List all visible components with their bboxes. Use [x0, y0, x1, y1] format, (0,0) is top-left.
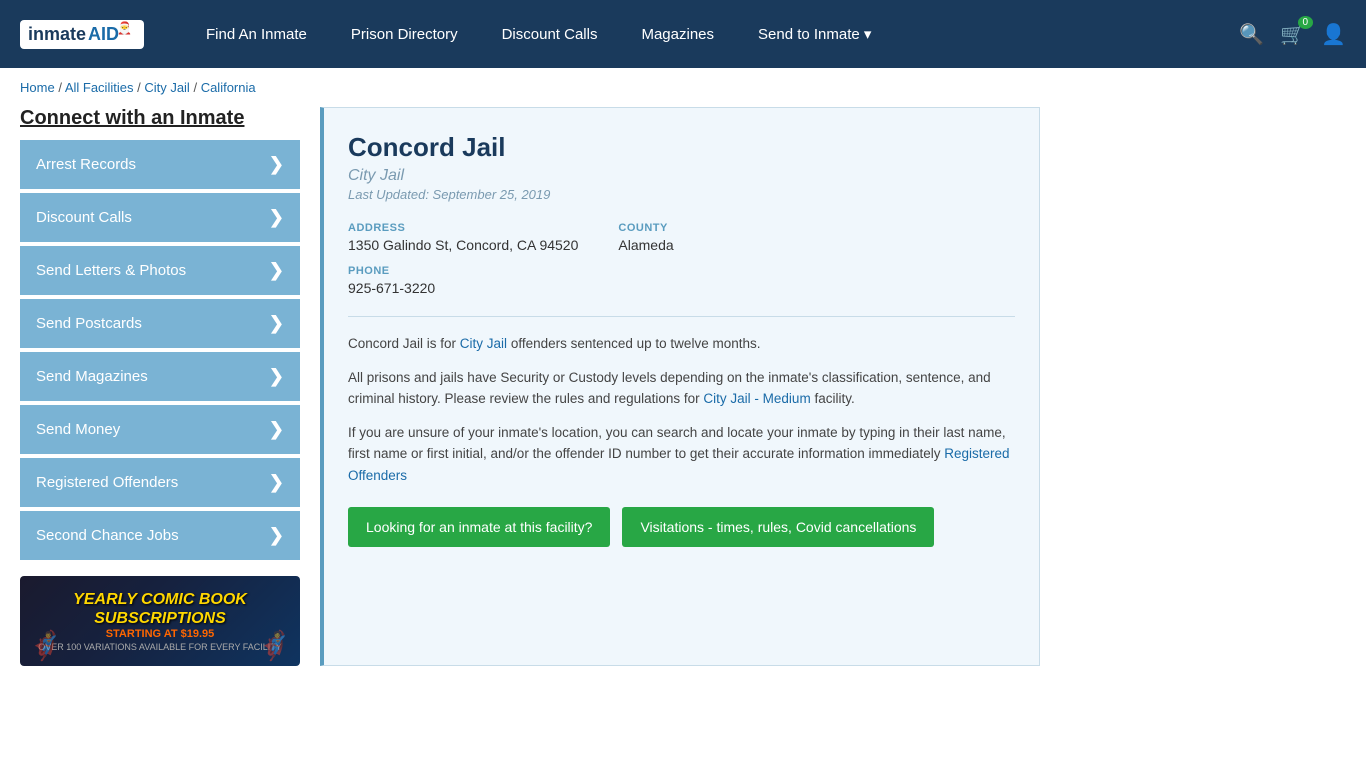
- breadcrumb-home[interactable]: Home: [20, 80, 55, 95]
- find-inmate-link[interactable]: Find An Inmate: [184, 26, 329, 43]
- ad-title: YEARLY COMIC BOOKSUBSCRIPTIONS: [73, 590, 247, 628]
- breadcrumb-all-facilities[interactable]: All Facilities: [65, 80, 134, 95]
- info-grid: ADDRESS 1350 Galindo St, Concord, CA 945…: [348, 222, 1015, 253]
- main-container: Connect with an Inmate Arrest Records ❯ …: [0, 107, 1060, 686]
- content-panel: Concord Jail City Jail Last Updated: Sep…: [320, 107, 1040, 666]
- address-value: 1350 Galindo St, Concord, CA 94520: [348, 237, 578, 253]
- sidebar-menu: Arrest Records ❯ Discount Calls ❯ Send L…: [20, 140, 300, 560]
- arrow-icon: ❯: [269, 207, 284, 228]
- cart-icon[interactable]: 🛒 0: [1280, 22, 1305, 47]
- navigation: inmate AID 🎅 Find An Inmate Prison Direc…: [0, 0, 1366, 68]
- logo-hat: 🎅: [117, 21, 132, 35]
- second-chance-jobs-item[interactable]: Second Chance Jobs ❯: [20, 511, 300, 560]
- logo-text-aid: AID: [88, 24, 119, 45]
- divider: [348, 316, 1015, 317]
- send-money-item[interactable]: Send Money ❯: [20, 405, 300, 454]
- phone-label: PHONE: [348, 265, 1015, 277]
- breadcrumb-state[interactable]: California: [201, 80, 256, 95]
- discount-calls-link[interactable]: Discount Calls: [480, 26, 620, 43]
- facility-name: Concord Jail: [348, 132, 1015, 163]
- city-jail-link[interactable]: City Jail: [460, 336, 507, 351]
- looking-for-inmate-button[interactable]: Looking for an inmate at this facility?: [348, 507, 610, 547]
- prison-directory-link[interactable]: Prison Directory: [329, 26, 480, 43]
- arrow-icon: ❯: [269, 419, 284, 440]
- phone-value: 925-671-3220: [348, 280, 1015, 296]
- desc2: All prisons and jails have Security or C…: [348, 367, 1015, 410]
- city-jail-medium-link[interactable]: City Jail - Medium: [703, 391, 810, 406]
- sidebar-ad[interactable]: YEARLY COMIC BOOKSUBSCRIPTIONS STARTING …: [20, 576, 300, 666]
- arrow-icon: ❯: [269, 313, 284, 334]
- address-label: ADDRESS: [348, 222, 578, 234]
- address-block: ADDRESS 1350 Galindo St, Concord, CA 945…: [348, 222, 578, 253]
- arrest-records-item[interactable]: Arrest Records ❯: [20, 140, 300, 189]
- send-letters-item[interactable]: Send Letters & Photos ❯: [20, 246, 300, 295]
- arrow-icon: ❯: [269, 154, 284, 175]
- comic-icon-2: 🦸‍♂️: [28, 629, 63, 662]
- nav-links: Find An Inmate Prison Directory Discount…: [184, 25, 1239, 43]
- arrow-icon: ❯: [269, 366, 284, 387]
- arrow-icon: ❯: [269, 260, 284, 281]
- nav-right: 🔍 🛒 0 👤: [1239, 22, 1346, 47]
- arrow-icon: ❯: [269, 472, 284, 493]
- ad-bottom: OVER 100 VARIATIONS AVAILABLE FOR EVERY …: [38, 642, 282, 652]
- send-to-inmate-link[interactable]: Send to Inmate ▾: [736, 25, 893, 43]
- county-value: Alameda: [618, 237, 673, 253]
- send-postcards-item[interactable]: Send Postcards ❯: [20, 299, 300, 348]
- phone-block: PHONE 925-671-3220: [348, 265, 1015, 296]
- ad-price: STARTING AT $19.95: [106, 628, 215, 640]
- breadcrumb: Home / All Facilities / City Jail / Cali…: [0, 68, 1366, 107]
- registered-offenders-item[interactable]: Registered Offenders ❯: [20, 458, 300, 507]
- breadcrumb-city-jail[interactable]: City Jail: [144, 80, 190, 95]
- desc3: If you are unsure of your inmate's locat…: [348, 422, 1015, 487]
- last-updated: Last Updated: September 25, 2019: [348, 187, 1015, 202]
- user-icon[interactable]: 👤: [1321, 22, 1346, 47]
- desc1: Concord Jail is for City Jail offenders …: [348, 333, 1015, 355]
- sidebar-title: Connect with an Inmate: [20, 107, 300, 130]
- send-magazines-item[interactable]: Send Magazines ❯: [20, 352, 300, 401]
- sidebar: Connect with an Inmate Arrest Records ❯ …: [20, 107, 300, 666]
- search-icon[interactable]: 🔍: [1239, 22, 1264, 47]
- arrow-icon: ❯: [269, 525, 284, 546]
- description-block: Concord Jail is for City Jail offenders …: [348, 333, 1015, 487]
- registered-offenders-link[interactable]: Registered Offenders: [348, 446, 1010, 483]
- county-block: COUNTY Alameda: [618, 222, 673, 253]
- logo-text-inmate: inmate: [28, 24, 86, 45]
- action-buttons: Looking for an inmate at this facility? …: [348, 507, 1015, 547]
- cart-badge: 0: [1298, 16, 1314, 29]
- discount-calls-item[interactable]: Discount Calls ❯: [20, 193, 300, 242]
- comic-icon: 🦸: [257, 629, 292, 662]
- county-label: COUNTY: [618, 222, 673, 234]
- facility-type: City Jail: [348, 167, 1015, 185]
- logo[interactable]: inmate AID 🎅: [20, 20, 144, 49]
- visitations-button[interactable]: Visitations - times, rules, Covid cancel…: [622, 507, 934, 547]
- magazines-link[interactable]: Magazines: [619, 26, 736, 43]
